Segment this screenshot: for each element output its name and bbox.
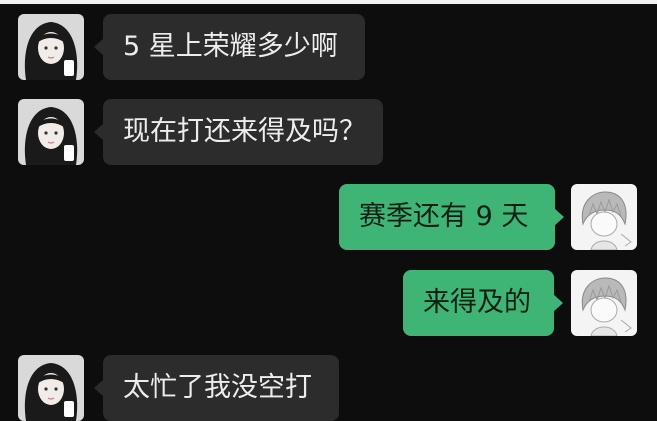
- message-text: 5 星上荣耀多少啊: [123, 31, 338, 62]
- message-bubble[interactable]: 赛季还有 9 天: [339, 184, 564, 250]
- boy-avatar-icon[interactable]: [571, 184, 637, 250]
- message-text: 来得及的: [423, 287, 531, 318]
- girl-avatar-icon[interactable]: [18, 355, 84, 421]
- message-text: 太忙了我没空打: [123, 372, 312, 403]
- girl-avatar-icon[interactable]: [18, 99, 84, 165]
- message-text: 现在打还来得及吗？: [123, 116, 366, 147]
- boy-avatar-icon[interactable]: [571, 270, 637, 336]
- status-bar-strip: [0, 0, 657, 4]
- message-bubble[interactable]: 现在打还来得及吗？: [94, 99, 383, 165]
- message-bubble[interactable]: 太忙了我没空打: [94, 355, 339, 421]
- message-bubble[interactable]: 5 星上荣耀多少啊: [94, 14, 365, 80]
- girl-avatar-icon[interactable]: [18, 14, 84, 80]
- message-bubble[interactable]: 来得及的: [403, 270, 563, 336]
- message-text: 赛季还有 9 天: [359, 201, 529, 232]
